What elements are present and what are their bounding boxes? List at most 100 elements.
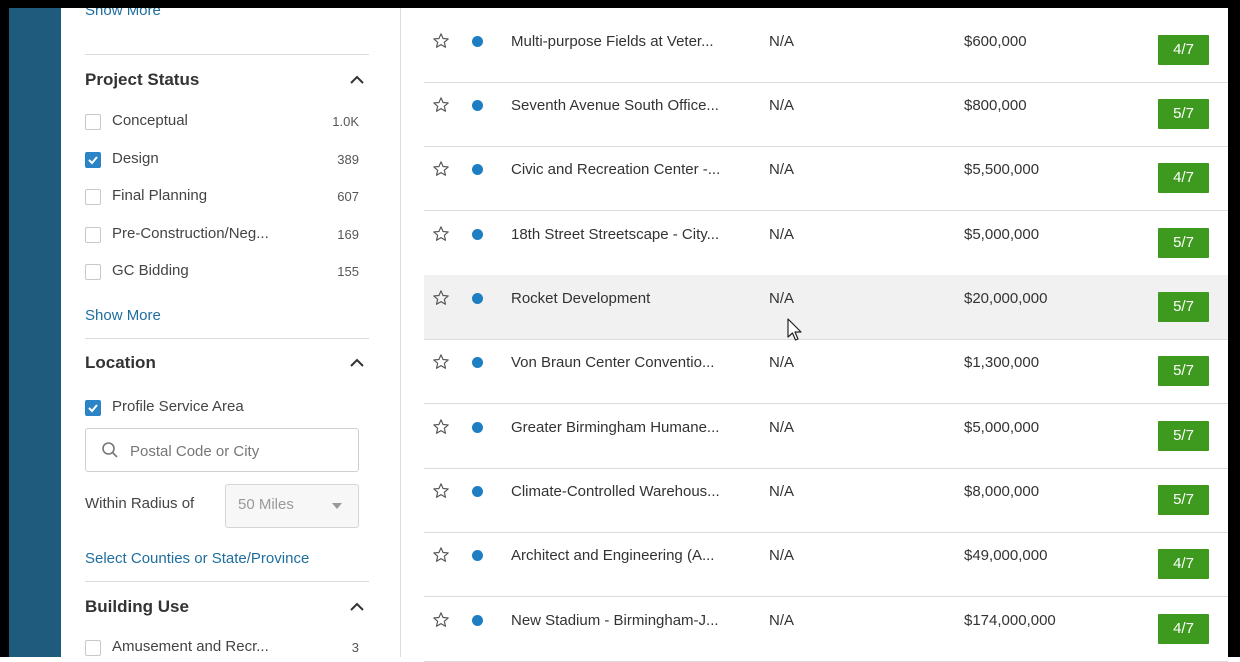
profile-service-area-option[interactable]: Profile Service Area: [85, 398, 369, 420]
star-outline-icon[interactable]: [432, 96, 450, 114]
star-outline-icon[interactable]: [432, 289, 450, 307]
project-value: $1,300,000: [964, 354, 1040, 371]
project-name[interactable]: Von Braun Center Conventio...: [511, 354, 714, 371]
divider: [85, 581, 369, 582]
filter-sidebar: Show More Project Status Conceptual 1.0K…: [61, 8, 401, 657]
caret-down-icon: [332, 503, 342, 509]
project-value: $600,000: [964, 33, 1027, 50]
option-label: Profile Service Area: [112, 398, 244, 415]
star-outline-icon[interactable]: [432, 225, 450, 243]
project-name[interactable]: Seventh Avenue South Office...: [511, 97, 719, 114]
option-count: 1.0K: [332, 114, 359, 129]
match-score-badge: 5/7: [1158, 99, 1209, 129]
building-use-header[interactable]: Building Use: [85, 597, 369, 621]
project-stage: N/A: [769, 354, 795, 371]
project-status-header[interactable]: Project Status: [85, 70, 369, 94]
match-score-badge: 5/7: [1158, 228, 1209, 258]
building-use-option-amusement[interactable]: Amusement and Recr... 3: [85, 638, 369, 657]
project-name[interactable]: Greater Birmingham Humane...: [511, 419, 719, 436]
project-row[interactable]: Civic and Recreation Center -... N/A $5,50…: [424, 146, 1228, 211]
match-score-badge: 4/7: [1158, 35, 1209, 65]
chevron-up-icon[interactable]: [349, 599, 365, 615]
star-outline-icon[interactable]: [432, 611, 450, 629]
project-status-title: Project Status: [85, 70, 200, 89]
project-row[interactable]: Greater Birmingham Humane... N/A $5,000,00…: [424, 404, 1228, 469]
project-value: $20,000,000: [964, 290, 1048, 307]
project-name[interactable]: New Stadium - Birmingham-J...: [511, 612, 719, 629]
radius-select[interactable]: 50 Miles: [225, 484, 359, 528]
project-row[interactable]: 18th Street Streetscape - City... N/A $5,0…: [424, 211, 1228, 276]
status-dot-icon: [472, 550, 483, 561]
star-outline-icon[interactable]: [432, 418, 450, 436]
project-row[interactable]: Climate-Controlled Warehous... N/A $8,000,…: [424, 468, 1228, 533]
option-count: 169: [337, 227, 359, 242]
match-score-badge: 4/7: [1158, 163, 1209, 193]
match-score-badge: 5/7: [1158, 485, 1209, 515]
frame-left-border: [0, 0, 9, 657]
option-label: Final Planning: [112, 187, 208, 204]
project-name[interactable]: Civic and Recreation Center -...: [511, 161, 720, 178]
project-row[interactable]: Architect and Engineering (A... N/A $49,00…: [424, 532, 1228, 597]
project-value: $49,000,000: [964, 547, 1048, 564]
status-option-design[interactable]: Design 389: [85, 150, 369, 172]
checkbox[interactable]: [85, 152, 101, 168]
star-outline-icon[interactable]: [432, 32, 450, 50]
project-stage: N/A: [769, 97, 795, 114]
project-name[interactable]: Rocket Development: [511, 290, 650, 307]
app-nav-rail: [9, 8, 61, 657]
project-name[interactable]: Climate-Controlled Warehous...: [511, 483, 720, 500]
postal-code-search[interactable]: [85, 428, 359, 472]
show-more-link-top[interactable]: Show More: [85, 8, 161, 19]
screen-frame: Show More Project Status Conceptual 1.0K…: [0, 0, 1240, 662]
project-name[interactable]: 18th Street Streetscape - City...: [511, 226, 719, 243]
status-option-pre-construction[interactable]: Pre-Construction/Neg... 169: [85, 225, 369, 247]
project-row[interactable]: Seventh Avenue South Office... N/A $800,00…: [424, 82, 1228, 147]
project-value: $5,000,000: [964, 226, 1040, 243]
status-dot-icon: [472, 357, 483, 368]
option-count: 155: [337, 264, 359, 279]
mouse-cursor-icon: [787, 318, 802, 341]
status-option-final-planning[interactable]: Final Planning 607: [85, 187, 369, 209]
chevron-up-icon[interactable]: [349, 72, 365, 88]
project-stage: N/A: [769, 226, 795, 243]
status-option-conceptual[interactable]: Conceptual 1.0K: [85, 112, 369, 134]
project-row[interactable]: Multi-purpose Fields at Veter... N/A $600,…: [424, 18, 1228, 83]
project-row[interactable]: Rocket Development N/A $20,000,000 5/7: [424, 275, 1228, 340]
match-score-badge: 4/7: [1158, 614, 1209, 644]
checkbox[interactable]: [85, 264, 101, 280]
status-dot-icon: [472, 486, 483, 497]
location-title: Location: [85, 353, 156, 372]
location-header[interactable]: Location: [85, 353, 369, 377]
postal-code-input[interactable]: [128, 439, 352, 463]
frame-top-border: [0, 0, 1240, 8]
checkbox[interactable]: [85, 227, 101, 243]
chevron-up-icon[interactable]: [349, 355, 365, 371]
status-dot-icon: [472, 293, 483, 304]
building-use-title: Building Use: [85, 597, 189, 616]
star-outline-icon[interactable]: [432, 546, 450, 564]
project-row[interactable]: New Stadium - Birmingham-J... N/A $174,000…: [424, 597, 1228, 662]
status-dot-icon: [472, 164, 483, 175]
option-count: 389: [337, 152, 359, 167]
checkbox[interactable]: [85, 114, 101, 130]
status-option-gc-bidding[interactable]: GC Bidding 155: [85, 262, 369, 284]
project-stage: N/A: [769, 419, 795, 436]
star-outline-icon[interactable]: [432, 353, 450, 371]
star-outline-icon[interactable]: [432, 482, 450, 500]
option-label: GC Bidding: [112, 262, 189, 279]
select-counties-link[interactable]: Select Counties or State/Province: [85, 550, 309, 567]
checkbox[interactable]: [85, 640, 101, 656]
option-label: Pre-Construction/Neg...: [112, 225, 269, 242]
star-outline-icon[interactable]: [432, 160, 450, 178]
radius-label: Within Radius of: [85, 495, 195, 512]
project-stage: N/A: [769, 612, 795, 629]
checkbox[interactable]: [85, 400, 101, 416]
project-status-show-more-link[interactable]: Show More: [85, 307, 161, 324]
checkbox[interactable]: [85, 189, 101, 205]
match-score-badge: 5/7: [1158, 356, 1209, 386]
project-row[interactable]: Von Braun Center Conventio... N/A $1,300,0…: [424, 339, 1228, 404]
match-score-badge: 5/7: [1158, 421, 1209, 451]
project-name[interactable]: Multi-purpose Fields at Veter...: [511, 33, 714, 50]
checkmark-icon: [88, 156, 98, 165]
project-name[interactable]: Architect and Engineering (A...: [511, 547, 714, 564]
